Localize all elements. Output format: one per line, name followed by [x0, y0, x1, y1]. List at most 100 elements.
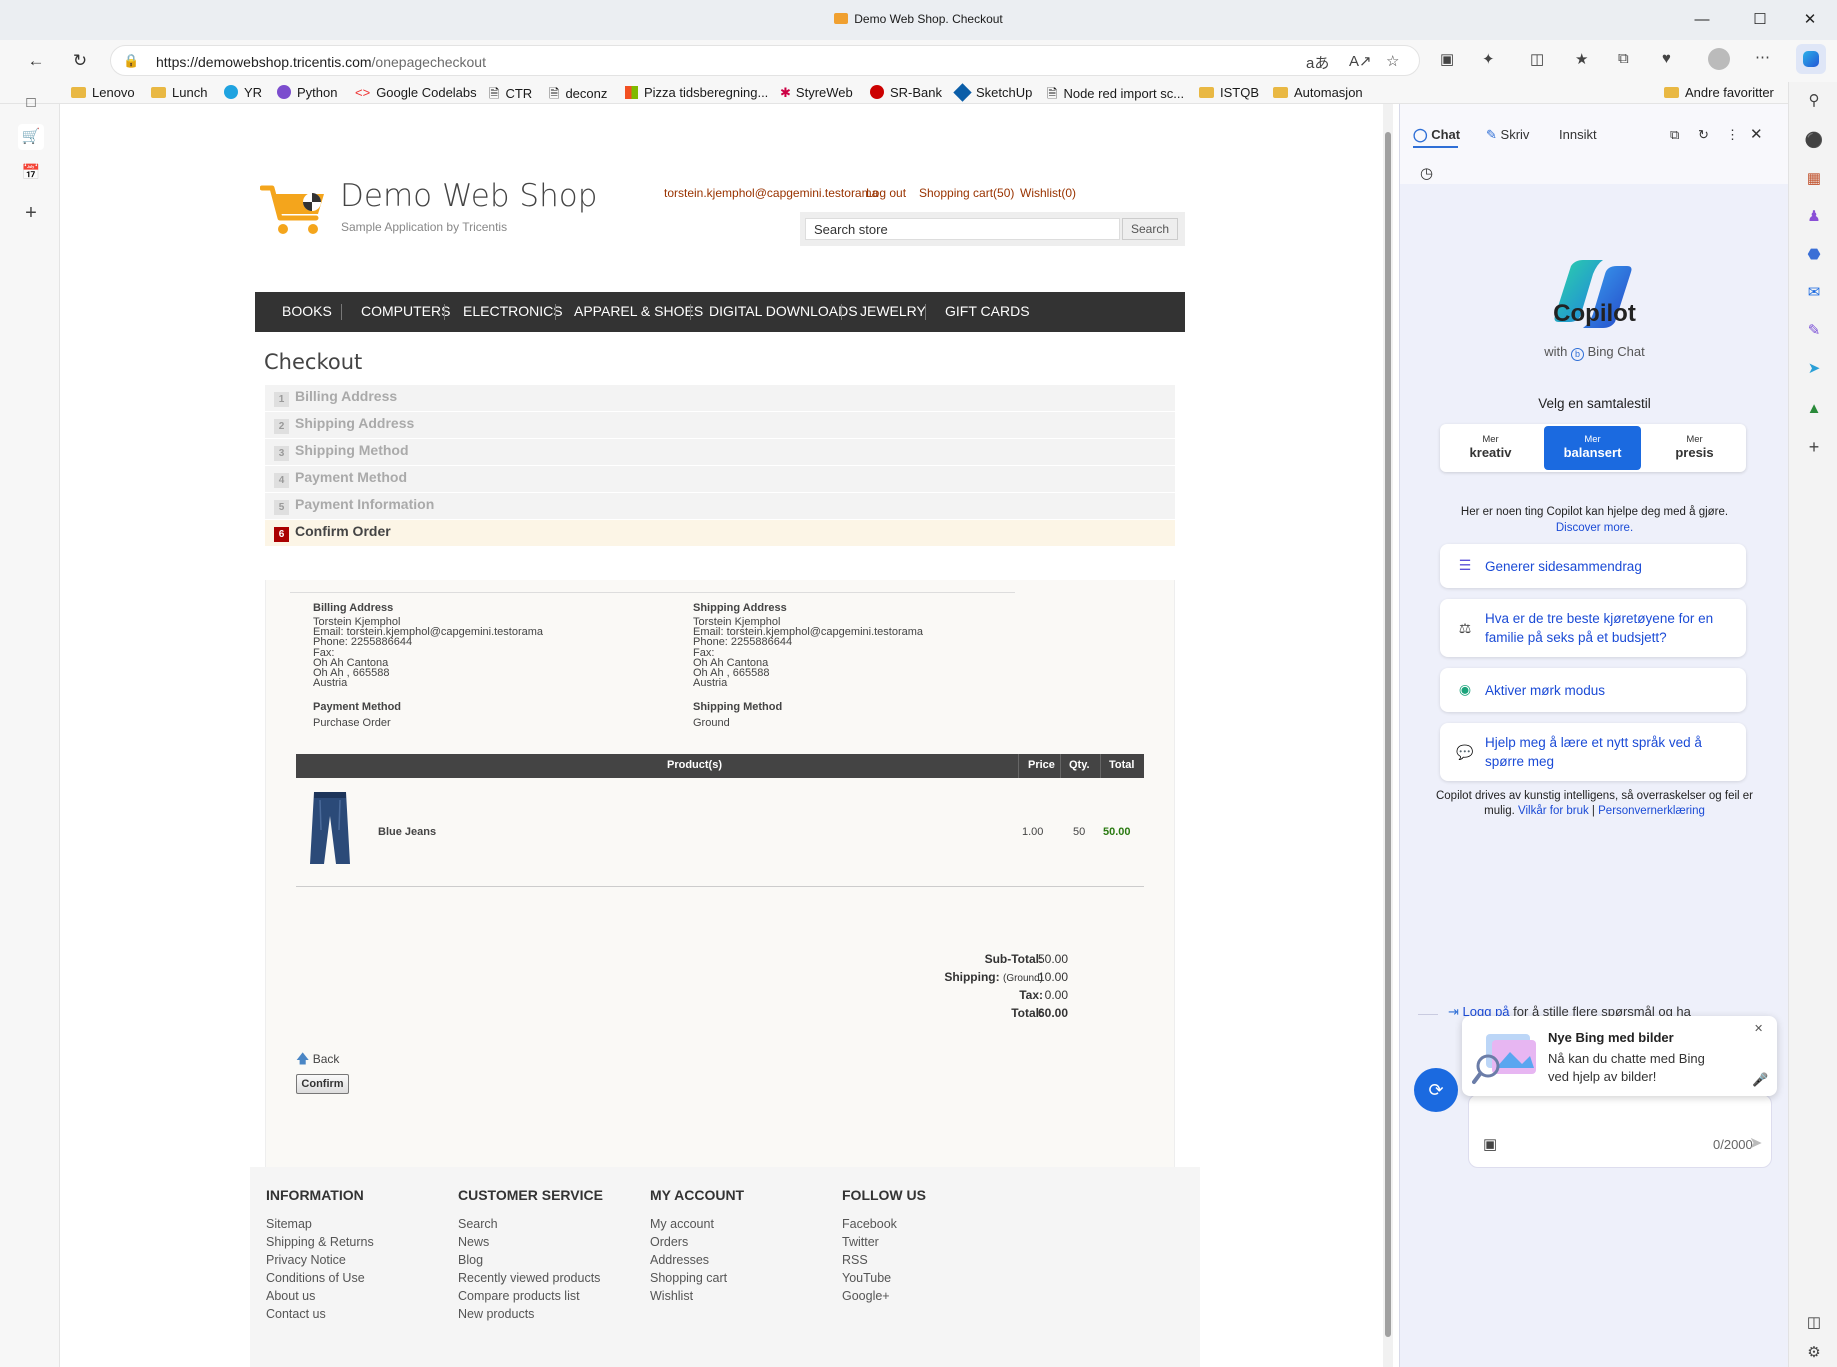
footer-link[interactable]: Facebook: [842, 1217, 897, 1231]
more-options-icon[interactable]: ⋮: [1726, 127, 1739, 143]
product-name-link[interactable]: Blue Jeans: [378, 826, 436, 838]
bookmark-lunch[interactable]: Lunch: [151, 85, 207, 100]
step-shipping-address[interactable]: 2 Shipping Address: [265, 412, 1175, 439]
bookmark-python[interactable]: Python: [277, 85, 337, 100]
favorite-star-icon[interactable]: ☆: [1386, 52, 1399, 70]
back-icon[interactable]: ←: [21, 48, 51, 74]
discover-more-link[interactable]: Discover more.: [1400, 522, 1788, 534]
microphone-icon[interactable]: 🎤: [1752, 1072, 1768, 1088]
back-link[interactable]: 🡅 Back: [296, 1050, 339, 1072]
menu-gift-cards[interactable]: GIFT CARDS: [945, 303, 1030, 319]
search-button[interactable]: Search: [1122, 218, 1178, 240]
search-icon[interactable]: ⚲: [1803, 90, 1825, 112]
page-scrollbar[interactable]: [1383, 104, 1393, 1367]
footer-link[interactable]: Wishlist: [650, 1289, 693, 1303]
step-shipping-method[interactable]: 3 Shipping Method: [265, 439, 1175, 466]
account-link[interactable]: torstein.kjemphol@capgemini.testorama: [664, 186, 878, 200]
footer-link[interactable]: About us: [266, 1289, 315, 1303]
bookmark-google-codelabs[interactable]: <> Google Codelabs: [355, 85, 477, 100]
close-sidebar-icon[interactable]: ✕: [1750, 125, 1763, 143]
favorites-icon[interactable]: ★: [1575, 50, 1588, 68]
profile-avatar[interactable]: [1708, 48, 1730, 70]
suggestion-summary[interactable]: ☰ Generer sidesammendrag: [1440, 544, 1746, 588]
step-payment-method[interactable]: 4 Payment Method: [265, 466, 1175, 493]
footer-link[interactable]: New products: [458, 1307, 534, 1321]
footer-link[interactable]: My account: [650, 1217, 714, 1231]
translate-icon[interactable]: aあ: [1306, 52, 1329, 73]
puzzle-extensions-icon[interactable]: ✦: [1482, 50, 1495, 68]
footer-link[interactable]: Sitemap: [266, 1217, 312, 1231]
microsoft-365-icon[interactable]: ⬣: [1803, 244, 1825, 266]
menu-electronics[interactable]: ELECTRONICS: [463, 303, 563, 319]
browser-essentials-icon[interactable]: ♥: [1662, 50, 1671, 67]
bookmark-styreweb[interactable]: ✱ StyreWeb: [780, 85, 853, 101]
send-icon[interactable]: ➤: [1749, 1133, 1762, 1153]
new-topic-button[interactable]: ⟳: [1414, 1068, 1458, 1112]
extension-icon[interactable]: ▣: [1440, 50, 1454, 68]
footer-link[interactable]: Privacy Notice: [266, 1253, 346, 1267]
tools-icon[interactable]: ▦: [1803, 168, 1825, 190]
outlook-icon[interactable]: ✉: [1803, 282, 1825, 304]
drop-icon[interactable]: ➤: [1803, 358, 1825, 380]
footer-link[interactable]: Compare products list: [458, 1289, 580, 1303]
copilot-icon[interactable]: [1796, 44, 1826, 74]
footer-link[interactable]: Blog: [458, 1253, 483, 1267]
menu-jewelry[interactable]: JEWELRY: [860, 303, 926, 319]
add-sidebar-app-icon[interactable]: +: [1803, 436, 1825, 458]
tab-chat[interactable]: ◯ Chat: [1413, 127, 1460, 143]
bookmark-automasjon[interactable]: Automasjon: [1273, 85, 1363, 100]
footer-link[interactable]: Twitter: [842, 1235, 879, 1249]
footer-link[interactable]: YouTube: [842, 1271, 891, 1285]
bookmark-sketchup[interactable]: SketchUp: [953, 83, 1032, 102]
read-aloud-icon[interactable]: A↗: [1349, 52, 1372, 70]
bookmark-lenovo[interactable]: Lenovo: [71, 85, 135, 100]
footer-link[interactable]: RSS: [842, 1253, 868, 1267]
new-tab-icon[interactable]: +: [18, 200, 44, 226]
footer-link[interactable]: News: [458, 1235, 489, 1249]
refresh-chat-icon[interactable]: ↻: [1698, 127, 1709, 143]
search-input[interactable]: [805, 218, 1120, 240]
shopping-tag-icon[interactable]: ⚫: [1803, 130, 1825, 152]
blue-jeans-image[interactable]: [306, 790, 354, 866]
hide-sidebar-icon[interactable]: ◫: [1803, 1312, 1825, 1334]
maximize-button[interactable]: ☐: [1740, 8, 1780, 32]
close-window-button[interactable]: ✕: [1790, 8, 1830, 32]
bookmark-pizza[interactable]: Pizza tidsberegning...: [625, 85, 768, 100]
step-billing-address[interactable]: 1 Billing Address: [265, 385, 1175, 412]
footer-link[interactable]: Addresses: [650, 1253, 709, 1267]
refresh-icon[interactable]: ↻: [65, 48, 95, 74]
style-precise-button[interactable]: Mer presis: [1646, 426, 1743, 470]
bookmark-sr-bank[interactable]: SR-Bank: [870, 85, 942, 100]
footer-link[interactable]: Shopping cart: [650, 1271, 727, 1285]
designer-icon[interactable]: ✎: [1803, 320, 1825, 342]
close-popup-icon[interactable]: ✕: [1754, 1022, 1763, 1035]
history-icon[interactable]: ◷: [1420, 164, 1433, 182]
footer-link[interactable]: Shipping & Returns: [266, 1235, 374, 1249]
settings-icon[interactable]: ⚙: [1803, 1342, 1825, 1364]
footer-link[interactable]: Search: [458, 1217, 498, 1231]
split-screen-icon[interactable]: ◫: [1530, 50, 1544, 68]
tree-icon[interactable]: ▲: [1803, 398, 1825, 420]
scrollbar-thumb[interactable]: [1385, 132, 1391, 1337]
suggestion-language[interactable]: 💬 Hjelp meg å lære et nytt språk ved å sp…: [1440, 723, 1746, 781]
bookmark-istqb[interactable]: ISTQB: [1199, 85, 1259, 100]
tab-actions-icon[interactable]: □: [18, 90, 44, 116]
footer-link[interactable]: Orders: [650, 1235, 688, 1249]
tab-demo-web-shop[interactable]: 🛒: [18, 124, 44, 150]
bookmark-yr[interactable]: YR: [224, 85, 262, 100]
collections-icon[interactable]: ⧉: [1618, 50, 1629, 67]
other-favorites[interactable]: Andre favoritter: [1664, 85, 1774, 100]
tab-calendar-icon[interactable]: 📅: [18, 160, 44, 186]
step-payment-information[interactable]: 5 Payment Information: [265, 493, 1175, 520]
style-balanced-button[interactable]: Mer balansert: [1544, 426, 1641, 470]
open-in-new-tab-icon[interactable]: ⧉: [1670, 127, 1679, 143]
suggestion-vehicles[interactable]: ⚖ Hva er de tre beste kjøretøyene for en …: [1440, 599, 1746, 657]
menu-books[interactable]: BOOKS: [282, 303, 332, 319]
tab-innsikt[interactable]: Innsikt: [1559, 127, 1597, 142]
shopping-cart-link[interactable]: Shopping cart(50): [919, 186, 1014, 200]
logout-link[interactable]: Log out: [866, 186, 906, 200]
chat-input-box[interactable]: ▣ 0/2000 ➤: [1468, 1094, 1772, 1168]
visual-search-icon[interactable]: ▣: [1483, 1135, 1497, 1153]
tab-skriv[interactable]: ✎ Skriv: [1486, 127, 1529, 143]
footer-link[interactable]: Contact us: [266, 1307, 326, 1321]
